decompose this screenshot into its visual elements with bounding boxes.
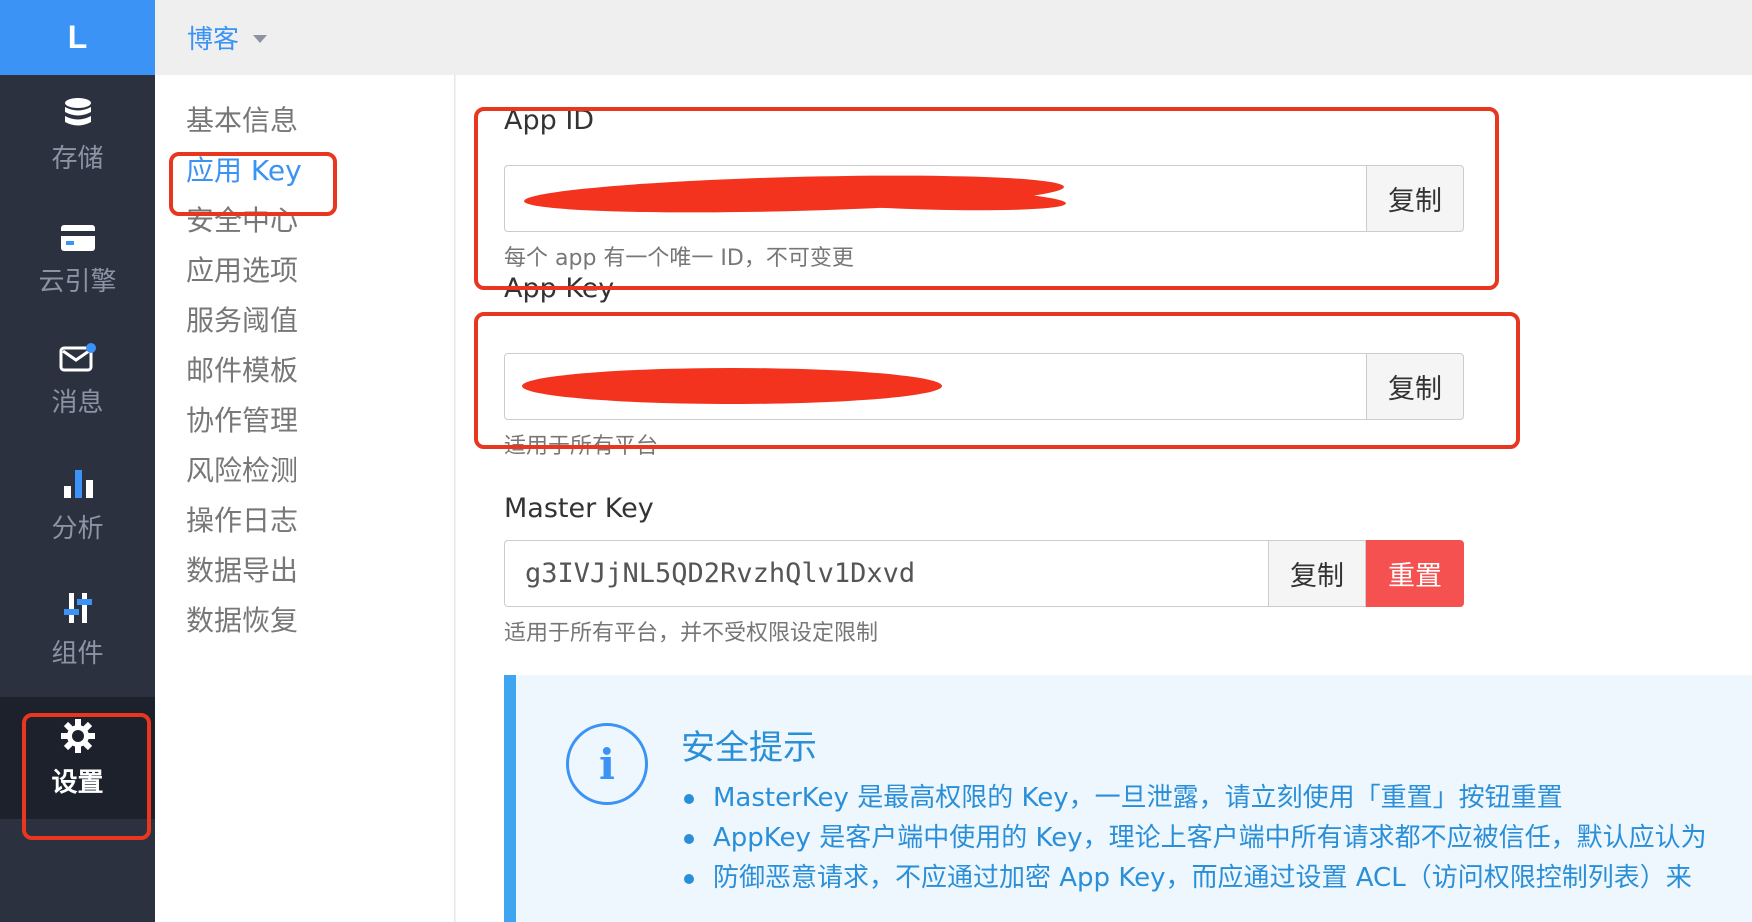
app-key-label: App Key	[504, 273, 615, 304]
subnav-item-data-restore[interactable]: 数据恢复	[186, 601, 298, 641]
app-rail: L 存储 云引擎 消息 分析 组件 设置	[0, 0, 155, 922]
rail-item-label: 组件	[51, 638, 104, 669]
rail-item-label: 消息	[51, 387, 104, 418]
rail-item-label: 云引擎	[38, 266, 117, 297]
card-icon	[60, 224, 95, 251]
subnav-item-thresholds[interactable]: 服务阈值	[186, 301, 298, 341]
rail-item-label: 分析	[51, 513, 104, 544]
rail-item-label: 存储	[51, 143, 104, 174]
info-icon: i	[566, 723, 648, 805]
top-bar: 博客	[155, 0, 1752, 75]
security-tip: i 安全提示 MasterKey 是最高权限的 Key，一旦泄露，请立刻使用「重…	[504, 675, 1752, 922]
main-content: App ID 复制 每个 app 有一个唯一 ID，不可变更 App Key 复…	[456, 75, 1752, 922]
master-key-copy-button[interactable]: 复制	[1268, 540, 1366, 607]
rail-item-label: 设置	[51, 767, 104, 798]
rail-item-storage[interactable]: 存储	[0, 75, 155, 195]
app-key-help: 适用于所有平台	[504, 434, 659, 459]
master-key-reset-button[interactable]: 重置	[1366, 540, 1464, 607]
subnav-item-operation-log[interactable]: 操作日志	[186, 501, 298, 541]
subnav-item-email-templates[interactable]: 邮件模板	[186, 351, 298, 391]
rail-item-engine[interactable]: 云引擎	[0, 200, 155, 320]
master-key-help: 适用于所有平台，并不受权限设定限制	[504, 621, 879, 646]
subnav-item-risk-detection[interactable]: 风险检测	[186, 451, 298, 491]
app-id-label: App ID	[504, 105, 595, 136]
rail-item-settings[interactable]: 设置	[0, 697, 155, 819]
app-id-help: 每个 app 有一个唯一 ID，不可变更	[504, 246, 854, 271]
subnav-item-data-export[interactable]: 数据导出	[186, 551, 298, 591]
subnav-item-basic-info[interactable]: 基本信息	[186, 101, 298, 141]
app-name: 博客	[187, 25, 240, 55]
tip-item: 防御恶意请求，不应通过加密 App Key，而应通过设置 ACL（访问权限控制列…	[681, 858, 1707, 898]
sliders-icon	[63, 592, 92, 623]
bar-chart-icon	[63, 469, 93, 498]
rail-item-components[interactable]: 组件	[0, 570, 155, 690]
master-key-row: g3IVJjNL5QD2RvzhQlv1Dxvd 复制 重置	[504, 540, 1464, 607]
app-id-copy-button[interactable]: 复制	[1366, 165, 1464, 232]
subnav-item-security[interactable]: 安全中心	[186, 201, 298, 241]
app-key-copy-button[interactable]: 复制	[1366, 353, 1464, 420]
gear-icon	[60, 718, 95, 753]
message-icon	[59, 342, 96, 371]
redaction-mark	[522, 368, 942, 404]
settings-subnav: 基本信息 应用 Key 安全中心 应用选项 服务阈值 邮件模板 协作管理 风险检…	[155, 75, 455, 922]
caret-down-icon	[253, 35, 268, 43]
logo[interactable]: L	[0, 0, 155, 75]
tip-item: MasterKey 是最高权限的 Key，一旦泄露，请立刻使用「重置」按钮重置	[681, 778, 1707, 818]
subnav-item-collaboration[interactable]: 协作管理	[186, 401, 298, 441]
tip-title: 安全提示	[681, 728, 817, 768]
tip-list: MasterKey 是最高权限的 Key，一旦泄露，请立刻使用「重置」按钮重置 …	[681, 778, 1707, 898]
tip-item: AppKey 是客户端中使用的 Key，理论上客户端中所有请求都不应被信任，默认…	[681, 818, 1707, 858]
master-key-input[interactable]: g3IVJjNL5QD2RvzhQlv1Dxvd	[504, 540, 1268, 607]
master-key-label: Master Key	[504, 493, 654, 524]
rail-item-message[interactable]: 消息	[0, 320, 155, 440]
database-icon	[64, 97, 91, 125]
subnav-item-app-key[interactable]: 应用 Key	[186, 151, 302, 191]
rail-item-analytics[interactable]: 分析	[0, 445, 155, 565]
app-switcher[interactable]: 博客	[187, 19, 268, 56]
subnav-item-app-options[interactable]: 应用选项	[186, 251, 298, 291]
